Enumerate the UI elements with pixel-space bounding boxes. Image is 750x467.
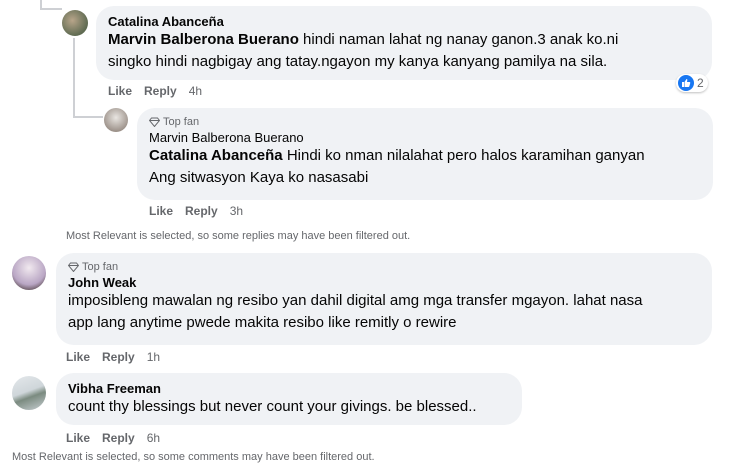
avatar[interactable] [12,256,46,290]
comment-timestamp[interactable]: 1h [147,350,160,364]
avatar[interactable] [12,376,46,410]
mention-link[interactable]: Marvin Balberona Buerano [108,31,299,48]
diamond-icon [68,262,79,272]
avatar[interactable] [62,10,88,36]
comment-author[interactable]: Vibha Freeman [68,381,510,396]
comment-actions: Like Reply 6h [66,431,160,445]
comment-actions: Like Reply 3h [149,204,243,218]
reply-button[interactable]: Reply [102,350,135,364]
comment-text: count thy blessings but never count your… [68,398,477,415]
top-fan-badge: Top fan [149,116,701,128]
comment-bubble: Vibha Freeman count thy blessings but ne… [56,373,522,425]
comment-bubble: Top fan John Weak imposibleng mawalan ng… [56,253,712,345]
like-button[interactable]: Like [66,431,90,445]
comment-text-line: app lang anytime pwede makita resibo lik… [68,314,457,331]
comment-timestamp[interactable]: 6h [147,431,160,445]
avatar[interactable] [104,108,128,132]
reply-thread-line [73,38,75,118]
like-button[interactable]: Like [108,84,132,98]
top-fan-badge: Top fan [68,261,700,273]
reply-thread-line [73,116,103,118]
diamond-icon [149,117,160,127]
comment-text-line: Ang sitwasyon Kaya ko nasasabi [149,169,369,186]
like-button[interactable]: Like [149,204,173,218]
comment-text-line: singko hindi nagbigay ang tatay.ngayon m… [108,53,608,70]
comment-text: Marvin Balberona Buerano hindi naman lah… [108,31,619,48]
comment-author[interactable]: Catalina Abanceña [108,14,700,29]
comment-author[interactable]: Marvin Balberona Buerano [149,130,701,145]
reaction-count[interactable]: 2 [676,74,708,92]
comments-filtered-notice: Most Relevant is selected, so some comme… [12,451,375,463]
comment-text: imposibleng mawalan ng resibo yan dahil … [68,292,643,309]
comment-author[interactable]: John Weak [68,275,700,290]
mention-link[interactable]: Catalina Abanceña [149,147,283,164]
comment-bubble: Catalina Abanceña Marvin Balberona Buera… [96,6,712,80]
comment-text: Catalina Abanceña Hindi ko nman nilalaha… [149,147,645,164]
thumbs-up-icon [678,75,694,91]
like-button[interactable]: Like [66,350,90,364]
comment-actions: Like Reply 1h [66,350,160,364]
reply-button[interactable]: Reply [144,84,177,98]
comment-timestamp[interactable]: 3h [230,204,243,218]
reply-button[interactable]: Reply [185,204,218,218]
comment-actions: Like Reply 4h [108,84,202,98]
replies-filtered-notice: Most Relevant is selected, so some repli… [66,230,411,242]
thread-line [40,8,62,10]
comment-timestamp[interactable]: 4h [189,84,202,98]
reaction-count-value: 2 [697,76,704,90]
reply-button[interactable]: Reply [102,431,135,445]
comment-bubble: Top fan Marvin Balberona Buerano Catalin… [137,108,713,200]
